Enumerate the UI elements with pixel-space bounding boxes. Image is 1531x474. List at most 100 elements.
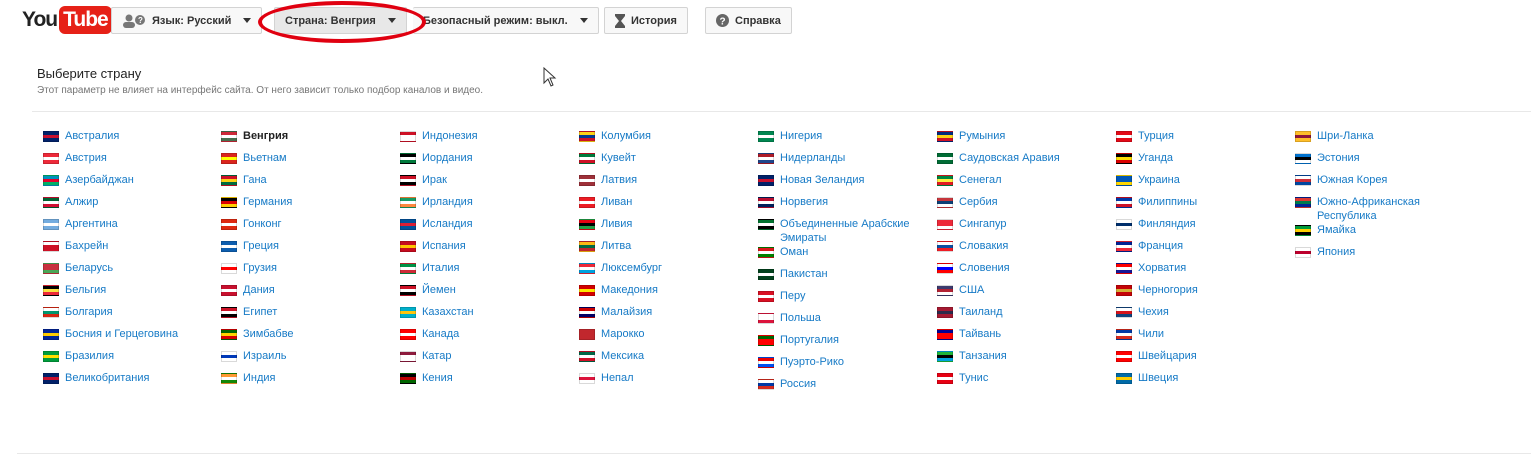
country-item[interactable]: Черногория [1116,283,1288,305]
country-item[interactable]: Азербайджан [43,173,215,195]
country-item[interactable]: Люксембург [579,261,751,283]
country-item[interactable]: Испания [400,239,572,261]
country-item[interactable]: Южная Корея [1295,173,1467,195]
country-item[interactable]: Саудовская Аравия [937,151,1109,173]
country-item[interactable]: Нидерланды [758,151,930,173]
country-item[interactable]: Венгрия [221,129,393,151]
country-item[interactable]: Катар [400,349,572,371]
country-item[interactable]: Шри-Ланка [1295,129,1467,151]
country-item[interactable]: Мексика [579,349,751,371]
country-item[interactable]: Швеция [1116,371,1288,393]
country-item[interactable]: Малайзия [579,305,751,327]
history-button[interactable]: История [604,7,688,34]
country-item[interactable]: Сербия [937,195,1109,217]
country-item[interactable]: Кувейт [579,151,751,173]
country-item[interactable]: Россия [758,377,930,399]
country-item[interactable]: Оман [758,245,930,267]
country-item[interactable]: Греция [221,239,393,261]
country-item[interactable]: Алжир [43,195,215,217]
country-item[interactable]: Вьетнам [221,151,393,173]
country-item[interactable]: Израиль [221,349,393,371]
country-name: Венгрия [243,130,289,142]
country-item[interactable]: Ирландия [400,195,572,217]
country-item[interactable]: Новая Зеландия [758,173,930,195]
country-item[interactable]: Таиланд [937,305,1109,327]
country-item[interactable]: Латвия [579,173,751,195]
country-item[interactable]: Италия [400,261,572,283]
country-item[interactable]: Марокко [579,327,751,349]
language-button[interactable]: ? Язык: Русский [111,7,263,34]
youtube-logo[interactable]: You Tube [22,6,112,34]
country-item[interactable]: Бразилия [43,349,215,371]
country-item[interactable]: Украина [1116,173,1288,195]
country-item[interactable]: Австралия [43,129,215,151]
safe-mode-button[interactable]: Безопасный режим: выкл. [413,7,599,34]
country-item[interactable]: Египет [221,305,393,327]
country-item[interactable]: Йемен [400,283,572,305]
country-item[interactable]: Чехия [1116,305,1288,327]
country-item[interactable]: Босния и Герцеговина [43,327,215,349]
country-item[interactable]: Чили [1116,327,1288,349]
country-item[interactable]: Уганда [1116,151,1288,173]
country-item[interactable]: Танзания [937,349,1109,371]
country-item[interactable]: Дания [221,283,393,305]
country-item[interactable]: Эстония [1295,151,1467,173]
country-item[interactable]: Тунис [937,371,1109,393]
country-item[interactable]: Индонезия [400,129,572,151]
country-item[interactable]: Норвегия [758,195,930,217]
country-item[interactable]: Австрия [43,151,215,173]
country-item[interactable]: США [937,283,1109,305]
country-item[interactable]: Словения [937,261,1109,283]
country-item[interactable]: Сингапур [937,217,1109,239]
country-item[interactable]: Ямайка [1295,223,1467,245]
country-item[interactable]: Аргентина [43,217,215,239]
country-item[interactable]: Беларусь [43,261,215,283]
flag-icon [758,313,774,324]
country-item[interactable]: Исландия [400,217,572,239]
country-item[interactable]: Португалия [758,333,930,355]
country-item[interactable]: Кения [400,371,572,393]
country-button[interactable]: Страна: Венгрия [274,7,407,34]
country-item[interactable]: Финляндия [1116,217,1288,239]
country-item[interactable]: Иордания [400,151,572,173]
country-item[interactable]: Филиппины [1116,195,1288,217]
country-item[interactable]: Швейцария [1116,349,1288,371]
country-item[interactable]: Румыния [937,129,1109,151]
country-item[interactable]: Перу [758,289,930,311]
country-item[interactable]: Болгария [43,305,215,327]
country-item[interactable]: Индия [221,371,393,393]
country-item[interactable]: Гонконг [221,217,393,239]
country-item[interactable]: Япония [1295,245,1467,267]
country-item[interactable]: Ливан [579,195,751,217]
country-item[interactable]: Казахстан [400,305,572,327]
country-item[interactable]: Канада [400,327,572,349]
country-item[interactable]: Македония [579,283,751,305]
country-item[interactable]: Франция [1116,239,1288,261]
flag-icon [758,357,774,368]
country-item[interactable]: Бельгия [43,283,215,305]
country-item[interactable]: Бахрейн [43,239,215,261]
country-item[interactable]: Пуэрто-Рико [758,355,930,377]
country-item[interactable]: Ирак [400,173,572,195]
help-button[interactable]: ? Справка [705,7,792,34]
country-item[interactable]: Непал [579,371,751,393]
country-item[interactable]: Объединенные Арабские Эмираты [758,217,930,245]
country-item[interactable]: Германия [221,195,393,217]
country-item[interactable]: Нигерия [758,129,930,151]
country-item[interactable]: Зимбабве [221,327,393,349]
country-item[interactable]: Тайвань [937,327,1109,349]
country-item[interactable]: Грузия [221,261,393,283]
country-item[interactable]: Словакия [937,239,1109,261]
country-item[interactable]: Ливия [579,217,751,239]
country-item[interactable]: Южно-Африканская Республика [1295,195,1467,223]
country-name: Великобритания [65,372,150,384]
country-item[interactable]: Турция [1116,129,1288,151]
country-item[interactable]: Сенегал [937,173,1109,195]
country-item[interactable]: Хорватия [1116,261,1288,283]
country-item[interactable]: Великобритания [43,371,215,393]
country-item[interactable]: Польша [758,311,930,333]
country-item[interactable]: Пакистан [758,267,930,289]
country-item[interactable]: Колумбия [579,129,751,151]
country-item[interactable]: Гана [221,173,393,195]
country-item[interactable]: Литва [579,239,751,261]
